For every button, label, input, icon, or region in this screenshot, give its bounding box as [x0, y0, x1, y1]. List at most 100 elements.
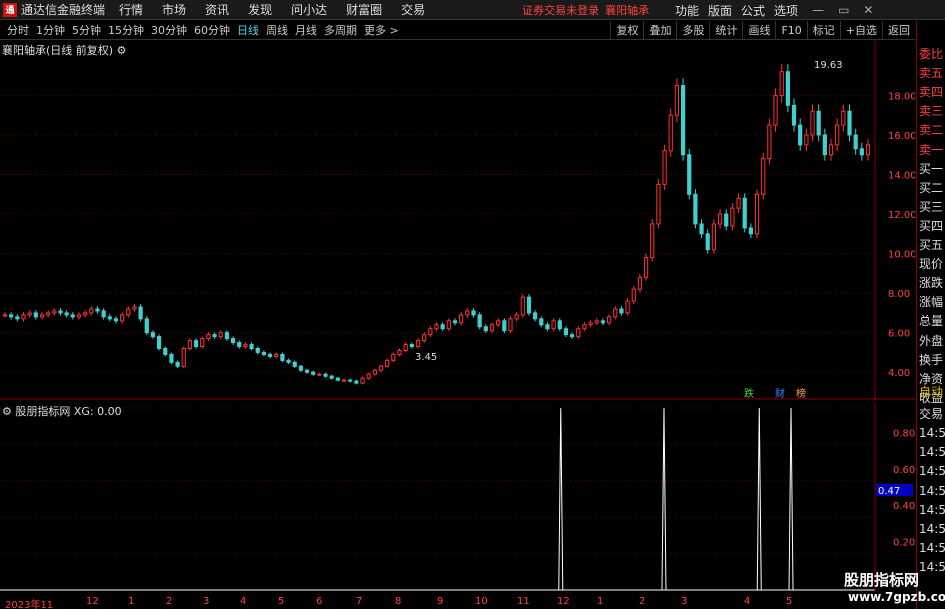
signal-spike: [558, 407, 564, 591]
badge-down[interactable]: 跌: [744, 387, 754, 400]
right-panel-label[interactable]: 委比: [919, 45, 945, 62]
period-1min[interactable]: 1分钟: [36, 22, 65, 38]
candle-body: [465, 310, 470, 316]
maximize-icon[interactable]: ▭: [838, 3, 849, 17]
candle-body: [138, 306, 143, 320]
stats-button[interactable]: 统计: [709, 21, 742, 40]
right-info-panel: 委比 卖五 卖四 卖三 卖二 卖一 买一 买二 买三 买四 买五 现价 涨跌 涨幅 总量 外盘 换手 净资 收益 自动…: [916, 21, 945, 609]
y-tick-label: 8.00: [888, 289, 910, 300]
right-panel-label[interactable]: 换手: [919, 351, 945, 368]
menu-trade[interactable]: 交易: [401, 1, 425, 18]
right-panel-label[interactable]: 买二: [919, 179, 945, 196]
right-panel-label[interactable]: 14:56: [919, 426, 945, 440]
right-panel-label[interactable]: 14:56: [919, 541, 945, 555]
adjust-button[interactable]: 复权: [610, 21, 643, 40]
candle-body: [175, 361, 180, 367]
right-panel-label[interactable]: 现价: [919, 255, 945, 272]
right-panel-label[interactable]: 14:56: [919, 484, 945, 498]
period-60min[interactable]: 60分钟: [194, 22, 230, 38]
candle-body: [662, 150, 667, 185]
mark-button[interactable]: 标记: [806, 21, 840, 40]
right-panel-label[interactable]: 自动: [919, 383, 945, 400]
period-5min[interactable]: 5分钟: [72, 22, 101, 38]
menu-discover[interactable]: 发现: [248, 1, 272, 18]
right-panel-label[interactable]: 涨跌: [919, 274, 945, 291]
close-icon[interactable]: ✕: [863, 3, 873, 17]
candle-body: [594, 320, 599, 324]
y-tick-label: 10.00: [888, 250, 915, 261]
watermark-text: 股朋指标网: [844, 571, 920, 589]
candle-body: [341, 379, 347, 382]
candle-body: [693, 193, 698, 225]
menu-news[interactable]: 资讯: [205, 1, 229, 18]
f10-button[interactable]: F10: [775, 21, 806, 40]
right-panel-label[interactable]: 14:56: [919, 464, 945, 478]
time-axis-label: 2023年11: [5, 600, 54, 609]
candle-body: [163, 348, 168, 355]
candle-body: [748, 227, 753, 235]
candle-body: [323, 373, 328, 377]
right-panel-label[interactable]: 买四: [919, 217, 945, 234]
right-panel-label[interactable]: 卖一: [919, 141, 945, 158]
candle-body: [440, 324, 445, 330]
badge-finance[interactable]: 财: [775, 387, 785, 400]
draw-button[interactable]: 画线: [742, 21, 775, 40]
right-panel-label[interactable]: 卖二: [919, 121, 945, 138]
menu-ask[interactable]: 问小达: [291, 1, 327, 18]
menu-market[interactable]: 市场: [162, 1, 186, 18]
login-status[interactable]: 证券交易未登录: [522, 2, 599, 18]
right-panel-label[interactable]: 交易: [919, 405, 945, 422]
candle-body: [724, 213, 729, 227]
time-axis-label: 1: [597, 596, 604, 607]
right-panel-label[interactable]: 买三: [919, 198, 945, 215]
candle-body: [613, 308, 618, 318]
period-more[interactable]: 更多 >: [364, 22, 399, 38]
candle-body: [804, 134, 809, 146]
period-tick[interactable]: 分时: [7, 22, 29, 38]
right-panel-label[interactable]: 买五: [919, 236, 945, 253]
time-axis-label: 2: [166, 596, 173, 607]
period-weekly[interactable]: 周线: [266, 22, 288, 38]
settings-icon[interactable]: ⚙: [2, 405, 12, 418]
period-multi[interactable]: 多周期: [324, 22, 357, 38]
period-monthly[interactable]: 月线: [295, 22, 317, 38]
right-panel-label[interactable]: 总量: [919, 312, 945, 329]
right-panel-label[interactable]: 14:56: [919, 503, 945, 517]
candle-body: [64, 312, 69, 316]
candle-body: [496, 320, 501, 326]
menu-formula[interactable]: 公式: [741, 2, 765, 19]
menu-function[interactable]: 功能: [675, 2, 699, 19]
overlay-button[interactable]: 叠加: [643, 21, 676, 40]
candle-body: [354, 380, 359, 384]
back-button[interactable]: 返回: [882, 21, 915, 40]
add-watchlist-button[interactable]: +自选: [839, 21, 882, 40]
minimize-icon[interactable]: —: [812, 3, 824, 17]
period-15min[interactable]: 15分钟: [108, 22, 144, 38]
right-panel-label[interactable]: 14:56: [919, 445, 945, 459]
badge-rank[interactable]: 榜: [796, 387, 806, 400]
right-panel-label[interactable]: 14:56: [919, 560, 945, 574]
right-panel-label[interactable]: 买一: [919, 160, 945, 177]
right-panel-label[interactable]: 涨幅: [919, 293, 945, 310]
time-axis-label: 11: [517, 596, 530, 607]
candle-body: [742, 197, 747, 229]
right-panel-label[interactable]: 14:56: [919, 522, 945, 536]
menu-quotes[interactable]: 行情: [119, 1, 143, 18]
menu-options[interactable]: 选项: [774, 2, 798, 19]
settings-icon[interactable]: ⚙: [117, 44, 127, 57]
right-panel-label[interactable]: 外盘: [919, 332, 945, 349]
right-panel-label[interactable]: 卖四: [919, 83, 945, 100]
period-30min[interactable]: 30分钟: [151, 22, 187, 38]
menu-layout[interactable]: 版面: [708, 2, 732, 19]
right-panel-label[interactable]: 卖三: [919, 102, 945, 119]
candle-body: [311, 371, 316, 375]
candle-body: [101, 310, 106, 318]
period-daily[interactable]: 日线: [237, 22, 259, 38]
indicator-chart[interactable]: 1.00 0.80 0.60 0.40 0.20 0.47: [0, 402, 915, 592]
price-chart[interactable]: 18.00 16.00 14.00 12.00 10.00 8.00 6.00 4.00 19…: [0, 40, 915, 400]
candle-body: [157, 336, 162, 350]
menu-wealth[interactable]: 财富圈: [346, 1, 382, 18]
chart-title-text: 襄阳轴承(日线 前复权): [2, 44, 114, 57]
right-panel-label[interactable]: 卖五: [919, 64, 945, 81]
multi-stock-button[interactable]: 多股: [676, 21, 709, 40]
